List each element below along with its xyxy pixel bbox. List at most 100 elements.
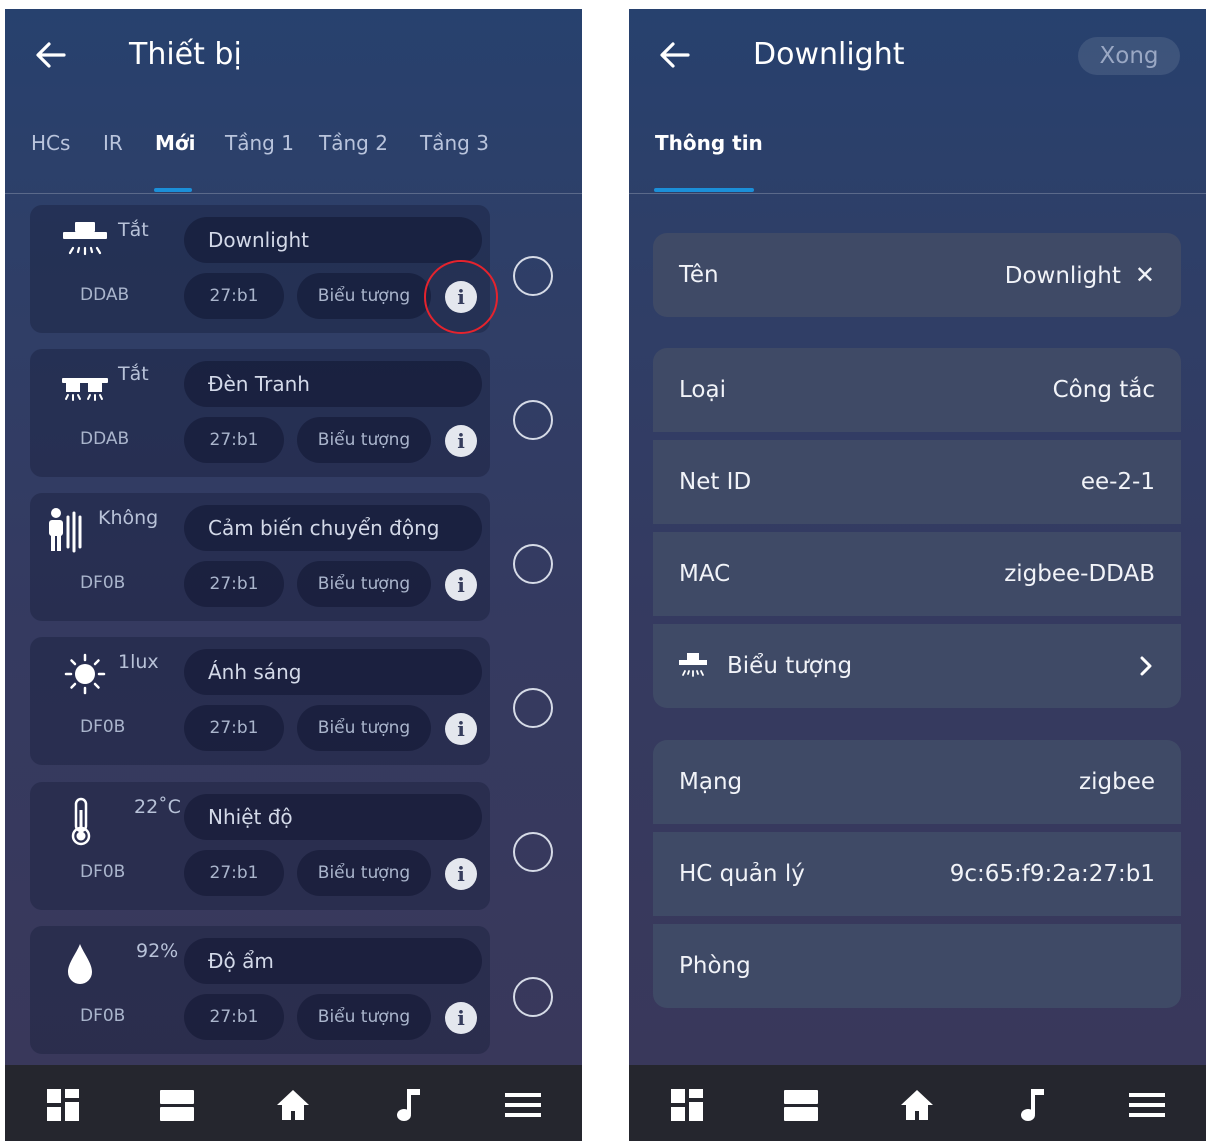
select-radio[interactable] bbox=[513, 832, 553, 872]
tab-new[interactable]: Mới bbox=[155, 131, 196, 155]
hc-value: 9c:65:f9:2a:27:b1 bbox=[949, 861, 1155, 887]
name-label: Tên bbox=[679, 262, 719, 288]
music-icon[interactable] bbox=[1013, 1087, 1049, 1123]
downlight-icon bbox=[60, 217, 110, 267]
device-name-field[interactable]: Nhiệt độ bbox=[184, 794, 482, 840]
device-icon-button[interactable]: Biểu tượng bbox=[297, 994, 431, 1040]
rooms-icon[interactable] bbox=[783, 1087, 819, 1123]
mac-label: MAC bbox=[679, 561, 731, 587]
device-card[interactable]: Tắt DDAB Downlight 27:b1 Biểu tượng i bbox=[30, 205, 498, 334]
device-hc-pill: 27:b1 bbox=[184, 994, 284, 1040]
select-radio[interactable] bbox=[513, 544, 553, 584]
picture-light-icon bbox=[60, 361, 110, 411]
type-value: Công tắc bbox=[1052, 377, 1155, 403]
select-radio[interactable] bbox=[513, 977, 553, 1017]
device-status: Tắt bbox=[118, 219, 149, 241]
device-status: Tắt bbox=[118, 363, 149, 385]
device-icon-button[interactable]: Biểu tượng bbox=[297, 850, 431, 896]
menu-icon[interactable] bbox=[505, 1087, 541, 1123]
device-hc-pill: 27:b1 bbox=[184, 561, 284, 607]
page-title: Thiết bị bbox=[129, 37, 242, 72]
device-status: 22˚C bbox=[134, 796, 181, 818]
room-row[interactable]: Phòng bbox=[653, 924, 1181, 1008]
device-name-field[interactable]: Downlight bbox=[184, 217, 482, 263]
bottom-nav bbox=[5, 1065, 582, 1141]
device-detail-screen: Downlight Xong Thông tin Tên Downlight ✕ … bbox=[629, 9, 1206, 1141]
device-card[interactable]: 92% DF0B Độ ẩm 27:b1 Biểu tượng i bbox=[30, 926, 490, 1054]
rooms-icon[interactable] bbox=[159, 1087, 195, 1123]
device-status: Không bbox=[98, 507, 159, 529]
net-id-row: Net ID ee-2-1 bbox=[653, 440, 1181, 524]
info-icon[interactable]: i bbox=[445, 425, 477, 457]
device-card[interactable]: Không DF0B Cảm biến chuyển động 27:b1 Bi… bbox=[30, 493, 490, 621]
device-icon-button[interactable]: Biểu tượng bbox=[297, 561, 431, 607]
device-code: DF0B bbox=[80, 717, 126, 737]
select-radio[interactable] bbox=[513, 256, 553, 296]
floor-tabs: HCs IR Mới Tầng 1 Tầng 2 Tầng 3 bbox=[5, 109, 582, 194]
detail-tabs: Thông tin bbox=[629, 109, 1206, 194]
clear-icon[interactable]: ✕ bbox=[1135, 233, 1155, 317]
mac-value: zigbee-DDAB bbox=[1004, 561, 1155, 587]
back-arrow-icon[interactable] bbox=[33, 37, 69, 73]
device-hc-pill: 27:b1 bbox=[184, 705, 284, 751]
icon-label: Biểu tượng bbox=[727, 653, 853, 679]
tab-floor-3[interactable]: Tầng 3 bbox=[420, 131, 489, 155]
device-card[interactable]: 1lux DF0B Ánh sáng 27:b1 Biểu tượng i bbox=[30, 637, 490, 765]
info-icon[interactable]: i bbox=[445, 1002, 477, 1034]
device-status: 92% bbox=[136, 940, 179, 962]
home-icon[interactable] bbox=[275, 1087, 311, 1123]
home-icon[interactable] bbox=[899, 1087, 935, 1123]
room-label: Phòng bbox=[679, 953, 751, 979]
dashboard-icon[interactable] bbox=[669, 1087, 705, 1123]
device-card[interactable]: Tắt DDAB Đèn Tranh 27:b1 Biểu tượng i bbox=[30, 349, 490, 477]
mac-row: MAC zigbee-DDAB bbox=[653, 532, 1181, 616]
device-name-field[interactable]: Đèn Tranh bbox=[184, 361, 482, 407]
done-button[interactable]: Xong bbox=[1078, 37, 1180, 75]
active-tab-indicator bbox=[154, 188, 192, 192]
tab-hcs[interactable]: HCs bbox=[31, 131, 70, 155]
network-value: zigbee bbox=[1079, 769, 1155, 795]
device-icon-button[interactable]: Biểu tượng bbox=[297, 417, 431, 463]
device-name-field[interactable]: Cảm biến chuyển động bbox=[184, 505, 482, 551]
tab-floor-2[interactable]: Tầng 2 bbox=[319, 131, 388, 155]
device-icon-button[interactable]: Biểu tượng bbox=[297, 273, 431, 319]
type-row: Loại Công tắc bbox=[653, 348, 1181, 432]
music-icon[interactable] bbox=[389, 1087, 425, 1123]
chevron-right-icon bbox=[1137, 654, 1155, 678]
page-title: Downlight bbox=[753, 37, 905, 72]
tab-ir[interactable]: IR bbox=[103, 131, 123, 155]
menu-icon[interactable] bbox=[1129, 1087, 1165, 1123]
back-arrow-icon[interactable] bbox=[657, 37, 693, 73]
active-tab-indicator bbox=[654, 188, 754, 192]
tab-floor-1[interactable]: Tầng 1 bbox=[225, 131, 294, 155]
device-hc-pill: 27:b1 bbox=[184, 273, 284, 319]
device-status: 1lux bbox=[118, 651, 159, 673]
device-hc-pill: 27:b1 bbox=[184, 850, 284, 896]
device-hc-pill: 27:b1 bbox=[184, 417, 284, 463]
network-row: Mạng zigbee bbox=[653, 740, 1181, 824]
device-name-field[interactable]: Ánh sáng bbox=[184, 649, 482, 695]
info-icon[interactable]: i bbox=[445, 569, 477, 601]
device-card[interactable]: 22˚C DF0B Nhiệt độ 27:b1 Biểu tượng i bbox=[30, 782, 490, 910]
device-code: DDAB bbox=[80, 285, 130, 305]
info-icon[interactable]: i bbox=[445, 858, 477, 890]
device-code: DF0B bbox=[80, 862, 126, 882]
net-id-value: ee-2-1 bbox=[1080, 469, 1155, 495]
device-name-field[interactable]: Độ ẩm bbox=[184, 938, 482, 984]
hc-row: HC quản lý 9c:65:f9:2a:27:b1 bbox=[653, 832, 1181, 916]
info-icon[interactable]: i bbox=[445, 713, 477, 745]
hc-label: HC quản lý bbox=[679, 861, 805, 887]
humidity-drop-icon bbox=[56, 940, 106, 990]
dashboard-icon[interactable] bbox=[45, 1087, 81, 1123]
device-code: DDAB bbox=[80, 429, 130, 449]
bottom-nav bbox=[629, 1065, 1206, 1141]
icon-row[interactable]: Biểu tượng bbox=[653, 624, 1181, 708]
tab-info[interactable]: Thông tin bbox=[655, 131, 763, 155]
motion-sensor-icon bbox=[46, 505, 96, 555]
select-radio[interactable] bbox=[513, 400, 553, 440]
name-field[interactable]: Downlight bbox=[1005, 263, 1121, 289]
info-icon[interactable]: i bbox=[424, 260, 498, 334]
device-icon-button[interactable]: Biểu tượng bbox=[297, 705, 431, 751]
name-row[interactable]: Tên Downlight ✕ bbox=[653, 233, 1181, 317]
select-radio[interactable] bbox=[513, 688, 553, 728]
